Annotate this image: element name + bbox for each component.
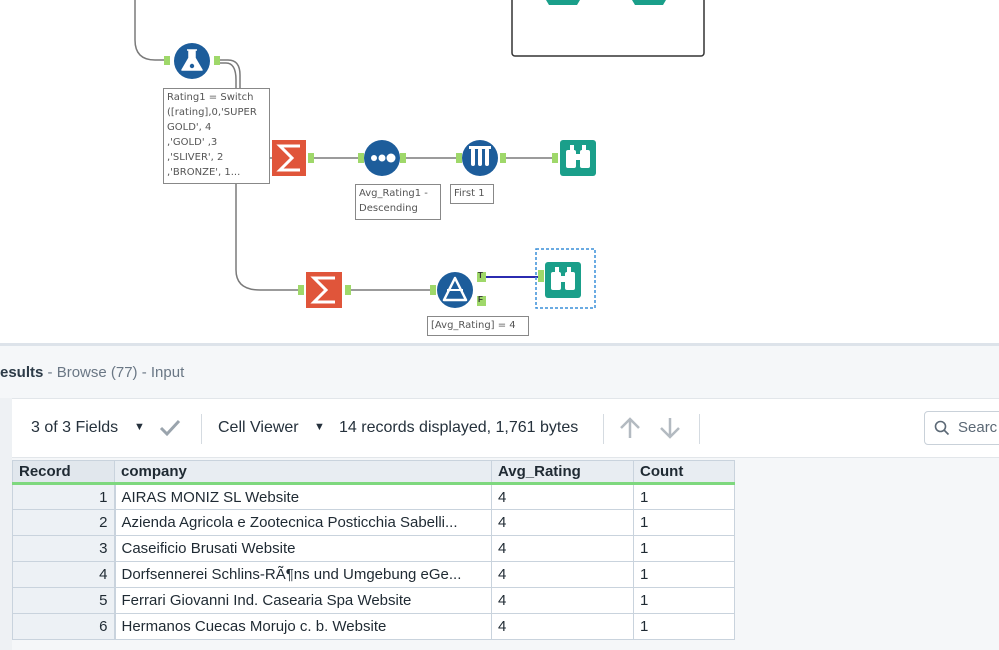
results-table: Record company Avg_Rating Count 1 AIRAS … <box>12 460 735 640</box>
workflow-canvas[interactable]: T F Rating1 = Switch ([rating],0,'SUPER … <box>0 0 999 343</box>
apply-checkmark-icon[interactable] <box>158 415 182 439</box>
cell-record[interactable]: 2 <box>12 509 116 536</box>
sort-tool <box>358 140 406 176</box>
table-row[interactable]: 1 AIRAS MONIZ SL Website 4 1 <box>12 483 735 510</box>
cell-company[interactable]: Ferrari Giovanni Ind. Casearia Spa Websi… <box>114 587 492 614</box>
cell-count[interactable]: 1 <box>633 613 735 640</box>
cell-count[interactable]: 1 <box>633 561 735 588</box>
results-title-sub: - Browse (77) - Input <box>43 364 185 381</box>
sample-annotation[interactable]: First 1 <box>450 184 494 204</box>
table-row[interactable]: 2 Azienda Agricola e Zootecnica Posticch… <box>12 509 735 536</box>
cell-company[interactable]: Caseificio Brusati Website <box>114 535 492 562</box>
column-header-avg-rating[interactable]: Avg_Rating <box>491 460 634 485</box>
table-row[interactable]: 5 Ferrari Giovanni Ind. Casearia Spa Web… <box>12 587 735 614</box>
results-title: esults - Browse (77) - Input <box>0 364 184 381</box>
cell-count[interactable]: 1 <box>633 587 735 614</box>
connection-input-to-formula <box>134 0 168 61</box>
summarize-tool-2 <box>298 272 351 308</box>
browse-tool-1 <box>552 140 596 176</box>
results-toolbar: 3 of 3 Fields ▼ Cell Viewer ▼ 14 records… <box>12 398 999 458</box>
cell-viewer-caret-icon[interactable]: ▼ <box>314 421 325 433</box>
cell-count[interactable]: 1 <box>633 509 735 536</box>
filter-true-label: T <box>478 271 483 280</box>
formula-annotation[interactable]: Rating1 = Switch ([rating],0,'SUPER GOLD… <box>163 88 270 184</box>
container-browse-icon <box>632 0 666 5</box>
results-pane: esults - Browse (77) - Input 3 of 3 Fiel… <box>0 346 999 650</box>
toolbar-separator <box>699 414 700 444</box>
cell-avg-rating[interactable]: 4 <box>491 483 634 510</box>
table-row[interactable]: 3 Caseificio Brusati Website 4 1 <box>12 535 735 562</box>
results-title-strong: esults <box>0 364 44 381</box>
fields-selector[interactable]: 3 of 3 Fields <box>31 419 118 437</box>
fields-dropdown-caret-icon[interactable]: ▼ <box>134 421 145 433</box>
container-tool-icon <box>546 0 580 5</box>
cell-count[interactable]: 1 <box>633 483 735 510</box>
search-placeholder: Searc <box>958 419 998 436</box>
sample-tool <box>456 140 506 176</box>
sort-annotation[interactable]: Avg_Rating1 - Descending <box>355 184 441 220</box>
table-row[interactable]: 6 Hermanos Cuecas Morujo c. b. Website 4… <box>12 613 735 640</box>
cell-avg-rating[interactable]: 4 <box>491 561 634 588</box>
search-input[interactable]: Searc <box>924 411 999 445</box>
table-row[interactable]: 4 Dorfsennerei Schlins-RÃ¶ns und Umgebun… <box>12 561 735 588</box>
cell-company[interactable]: Hermanos Cuecas Morujo c. b. Website <box>114 613 492 640</box>
workflow-diagram <box>134 0 705 309</box>
filter-false-label: F <box>478 295 483 304</box>
cell-record[interactable]: 4 <box>12 561 116 588</box>
filter-annotation[interactable]: [Avg_Rating] = 4 <box>427 316 529 336</box>
cell-record[interactable]: 3 <box>12 535 116 562</box>
cell-avg-rating[interactable]: 4 <box>491 535 634 562</box>
results-left-strip <box>0 398 12 650</box>
cell-company[interactable]: AIRAS MONIZ SL Website <box>114 483 492 510</box>
cell-record[interactable]: 5 <box>12 587 116 614</box>
cell-company[interactable]: Dorfsennerei Schlins-RÃ¶ns und Umgebung … <box>114 561 492 588</box>
cell-viewer-button[interactable]: Cell Viewer <box>218 419 299 437</box>
browse-tool-2-selected <box>535 248 596 309</box>
cell-avg-rating[interactable]: 4 <box>491 509 634 536</box>
records-info: 14 records displayed, 1,761 bytes <box>339 419 579 436</box>
toolbar-separator <box>603 414 604 444</box>
arrow-down-icon[interactable] <box>657 415 683 441</box>
cell-avg-rating[interactable]: 4 <box>491 587 634 614</box>
arrow-up-icon[interactable] <box>617 415 643 441</box>
cell-record[interactable]: 6 <box>12 613 116 640</box>
column-header-record[interactable]: Record <box>12 460 115 485</box>
cell-record[interactable]: 1 <box>12 483 116 510</box>
toolbar-separator <box>201 414 202 444</box>
column-header-count[interactable]: Count <box>633 460 735 485</box>
cell-company[interactable]: Azienda Agricola e Zootecnica Posticchia… <box>114 509 492 536</box>
tool-container <box>511 0 705 57</box>
search-icon <box>934 420 950 436</box>
cell-count[interactable]: 1 <box>633 535 735 562</box>
table-header-row: Record company Avg_Rating Count <box>12 460 735 485</box>
formula-tool <box>164 43 220 79</box>
cell-avg-rating[interactable]: 4 <box>491 613 634 640</box>
column-header-company[interactable]: company <box>114 460 492 485</box>
